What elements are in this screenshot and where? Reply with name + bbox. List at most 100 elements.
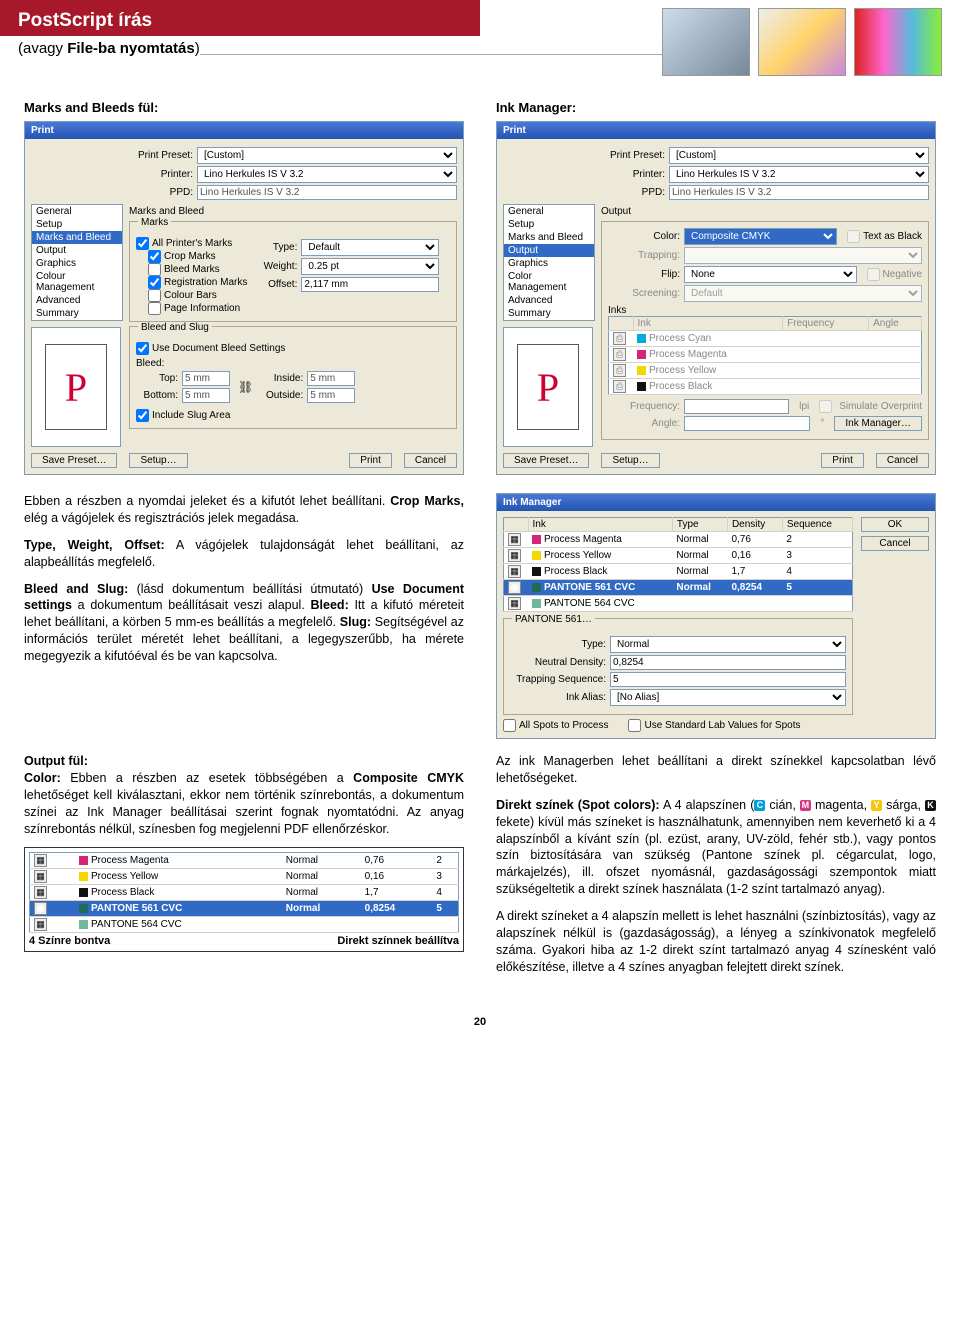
page-title: PostScript írás xyxy=(18,10,462,32)
page-header: PostScript írás (avagy File-ba nyomtatás… xyxy=(0,0,960,76)
cmyk-icon: ▦ xyxy=(34,854,47,867)
marks-group: Marks All Printer's Marks Crop Marks Ble… xyxy=(129,221,457,322)
page-preview: P xyxy=(503,327,593,447)
table-row: ▦PANTONE 564 CVC xyxy=(30,917,459,933)
cancel-button[interactable]: Cancel xyxy=(876,453,929,468)
table-row: ▦Process MagentaNormal0,762 xyxy=(504,532,853,548)
table-row: ▦Process YellowNormal0,163 xyxy=(504,548,853,564)
cancel-button[interactable]: Cancel xyxy=(404,453,457,468)
ink-alias-select[interactable]: [No Alias] xyxy=(610,689,846,706)
table-row-selected: ◉PANTONE 561 CVCNormal0,82545 xyxy=(30,901,459,917)
header-thumbnails xyxy=(662,8,960,76)
save-preset-button[interactable]: Save Preset… xyxy=(31,453,117,468)
chk-bleed-marks[interactable] xyxy=(148,263,161,276)
spot-icon: ◉ xyxy=(508,581,521,594)
flip-select[interactable]: None xyxy=(684,266,857,283)
print-preset-select[interactable]: [Custom] xyxy=(197,147,457,164)
table-row: ▦PANTONE 564 CVC xyxy=(504,596,853,612)
ink-type-select[interactable]: Normal xyxy=(610,636,846,653)
spot-icon: ◉ xyxy=(34,902,47,915)
chk-simulate-overprint xyxy=(819,400,832,413)
printer-select[interactable]: Lino Herkules IS V 3.2 xyxy=(669,166,929,183)
table-row: ▦Process BlackNormal1,74 xyxy=(504,564,853,580)
cancel-button[interactable]: Cancel xyxy=(861,536,929,551)
setup-button[interactable]: Setup… xyxy=(129,453,187,468)
output-inks-table: InkFrequencyAngle ⎙Process Cyan ⎙Process… xyxy=(608,316,922,395)
page-preview: P xyxy=(31,327,121,447)
chk-colour-bars[interactable] xyxy=(148,289,161,302)
heading-ink-manager: Ink Manager: xyxy=(496,100,936,115)
ink-manager-table[interactable]: InkTypeDensitySequence ▦Process MagentaN… xyxy=(503,517,853,612)
print-dialog-marks: Print Print Preset:[Custom] Printer:Lino… xyxy=(24,121,464,475)
body-p2: Type, Weight, Offset: A vágójelek tulajd… xyxy=(24,537,464,571)
m-icon: M xyxy=(800,800,811,811)
printer-select[interactable]: Lino Herkules IS V 3.2 xyxy=(197,166,457,183)
chk-page-info[interactable] xyxy=(148,302,161,315)
chk-text-as-black xyxy=(847,230,860,243)
table-row-selected: ◉PANTONE 561 CVCNormal0,82545 xyxy=(504,580,853,596)
ppd-field xyxy=(197,185,457,200)
chk-crop-marks[interactable] xyxy=(148,250,161,263)
bleed-slug-group: Bleed and Slug Use Document Bleed Settin… xyxy=(129,326,457,429)
print-button[interactable]: Print xyxy=(821,453,864,468)
table-row: ▦Process MagentaNormal0,762 xyxy=(30,853,459,869)
dialog-sidebar[interactable]: General Setup Marks and Bleed Output Gra… xyxy=(31,204,123,321)
body-p7: A direkt színeket a 4 alapszín mellett i… xyxy=(496,908,936,976)
thumb-monitor xyxy=(662,8,750,76)
freq-input xyxy=(684,399,789,414)
y-icon: Y xyxy=(871,800,882,811)
body-p3: Bleed and Slug: (lásd dokumentum beállít… xyxy=(24,581,464,665)
k-icon: K xyxy=(925,800,936,811)
page-number: 20 xyxy=(24,1016,936,1028)
thumb-print xyxy=(758,8,846,76)
trapping-select xyxy=(684,247,922,264)
annotated-ink-table: ▦Process MagentaNormal0,762 ▦Process Yel… xyxy=(24,847,464,952)
ink-manager-titlebar: Ink Manager xyxy=(497,494,935,511)
print-icon: ⎙ xyxy=(613,332,626,345)
trapping-seq-input[interactable] xyxy=(610,672,846,687)
link-icon[interactable]: ⛓ xyxy=(238,380,253,394)
ok-button[interactable]: OK xyxy=(861,517,929,532)
label-direkt-spot: Direkt színnek beállítva xyxy=(337,935,459,947)
chk-all-spots[interactable] xyxy=(503,719,516,732)
print-preset-select[interactable]: [Custom] xyxy=(669,147,929,164)
dialog-titlebar: Print xyxy=(25,122,463,139)
chk-include-slug[interactable] xyxy=(136,409,149,422)
ppd-field xyxy=(669,185,929,200)
body-p6: Direkt színek (Spot colors): A 4 alapszí… xyxy=(496,797,936,898)
chk-all-printers-marks[interactable] xyxy=(136,237,149,250)
print-dialog-output: Print Print Preset:[Custom] Printer:Lino… xyxy=(496,121,936,475)
body-p5: Az ink Managerben lehet beállítani a dir… xyxy=(496,753,936,787)
heading-marks: Marks and Bleeds fül: xyxy=(24,100,464,115)
table-row: ▦Process YellowNormal0,163 xyxy=(30,869,459,885)
chk-negative xyxy=(867,268,880,281)
ink-manager-dialog: Ink Manager InkTypeDensitySequence ▦Proc… xyxy=(496,493,936,739)
marks-weight-select[interactable]: 0.25 pt xyxy=(301,258,439,275)
screening-select: Default xyxy=(684,285,922,302)
print-button[interactable]: Print xyxy=(349,453,392,468)
chk-reg-marks[interactable] xyxy=(148,276,161,289)
bleed-inside xyxy=(307,371,355,386)
dialogs-row: Marks and Bleeds fül: Print Print Preset… xyxy=(24,86,936,475)
bleed-outside xyxy=(307,388,355,403)
chk-use-doc-bleed[interactable] xyxy=(136,342,149,355)
marks-offset-input[interactable] xyxy=(301,277,439,292)
angle-input xyxy=(684,416,810,431)
page-subtitle: (avagy File-ba nyomtatás) xyxy=(0,36,200,61)
header-divider xyxy=(200,54,662,55)
setup-button[interactable]: Setup… xyxy=(601,453,659,468)
dialog-titlebar: Print xyxy=(497,122,935,139)
neutral-density-input[interactable] xyxy=(610,655,846,670)
ink-manager-button[interactable]: Ink Manager… xyxy=(834,416,922,431)
red-title-banner: PostScript írás xyxy=(0,0,480,36)
save-preset-button[interactable]: Save Preset… xyxy=(503,453,589,468)
output-color-select[interactable]: Composite CMYK xyxy=(684,228,837,245)
dialog-sidebar[interactable]: General Setup Marks and Bleed Output Gra… xyxy=(503,204,595,321)
bleed-top xyxy=(182,371,230,386)
bleed-bottom xyxy=(182,388,230,403)
body-output: Output fül: Color: Ebben a részben az es… xyxy=(24,753,464,837)
table-row: ▦Process BlackNormal1,74 xyxy=(30,885,459,901)
marks-type-select[interactable]: Default xyxy=(301,239,439,256)
chk-use-lab[interactable] xyxy=(628,719,641,732)
body-p1: Ebben a részben a nyomdai jeleket és a k… xyxy=(24,493,464,527)
